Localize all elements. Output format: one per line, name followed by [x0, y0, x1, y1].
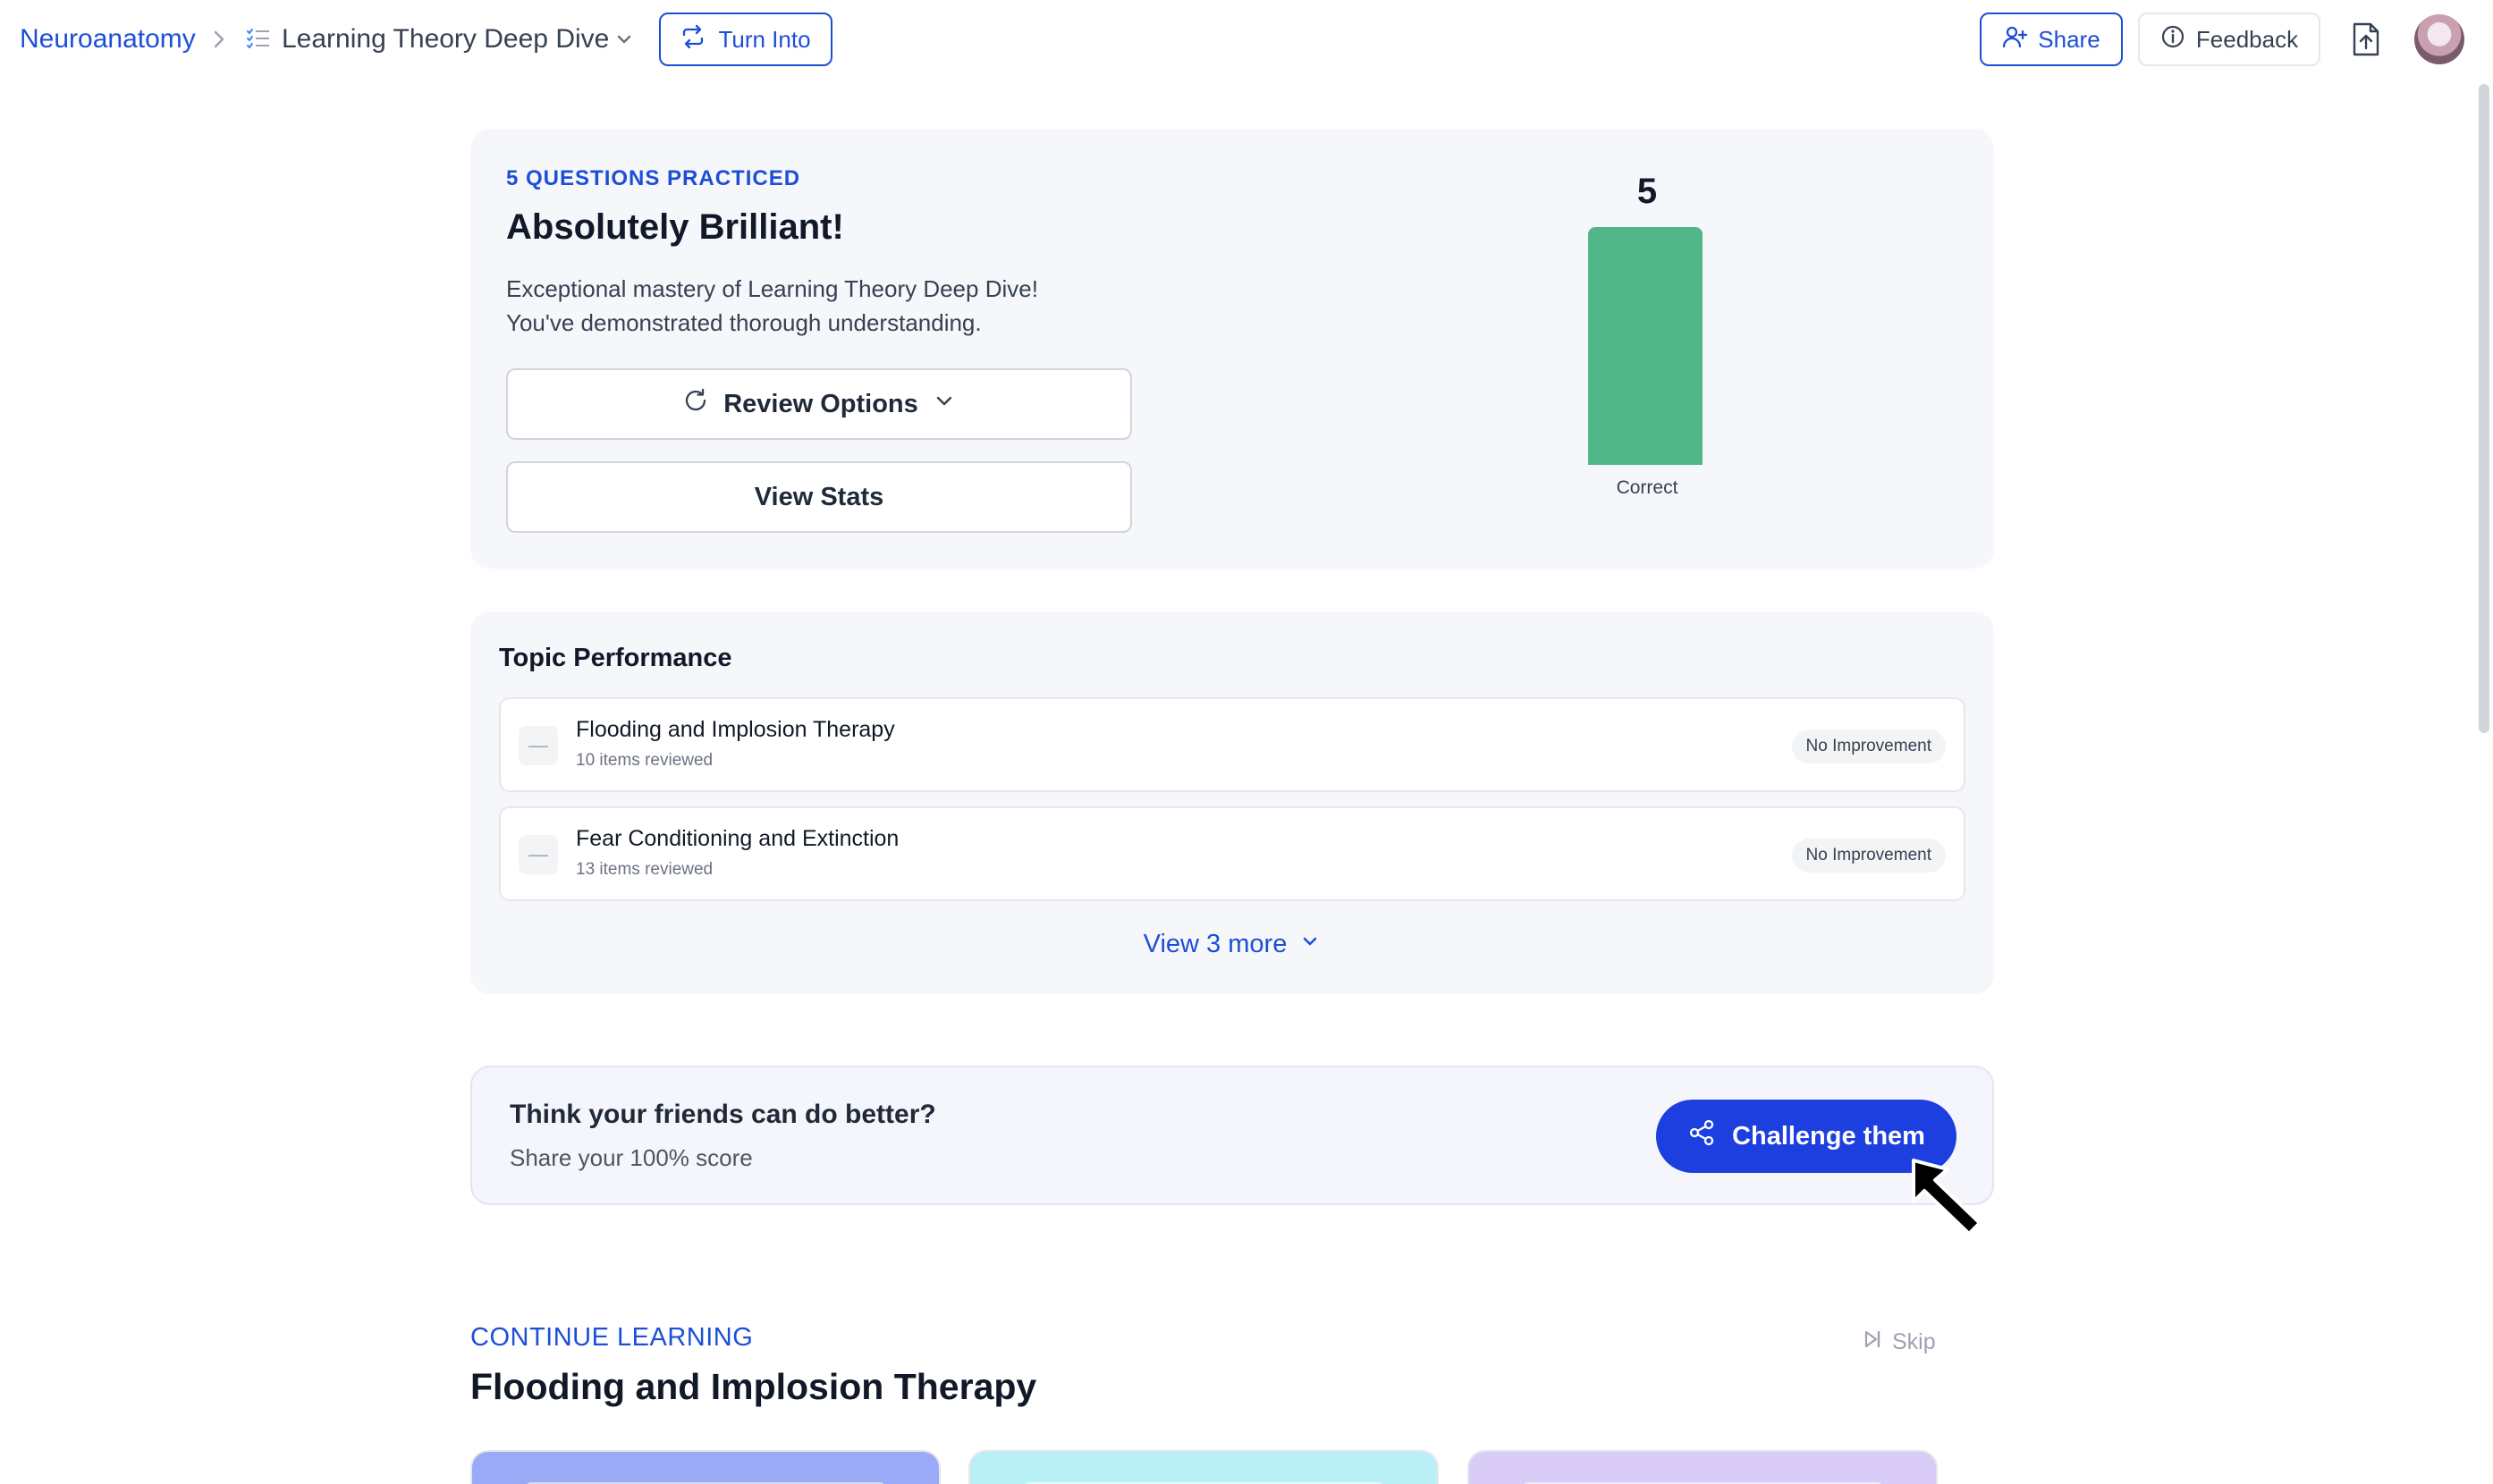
review-options-button[interactable]: Review Options: [506, 368, 1132, 440]
avatar[interactable]: [2414, 14, 2464, 64]
turn-into-label: Turn Into: [718, 25, 811, 53]
feedback-label: Feedback: [2195, 25, 2299, 53]
chevron-right-icon: [207, 27, 231, 52]
skip-button[interactable]: Skip: [1862, 1328, 1936, 1356]
review-options-label: Review Options: [723, 389, 918, 418]
topic-row[interactable]: — Fear Conditioning and Extinction 13 it…: [499, 806, 1965, 901]
challenge-friends-card: Think your friends can do better? Share …: [470, 1066, 1994, 1205]
topic-name: Fear Conditioning and Extinction: [576, 826, 900, 851]
status-badge: No Improvement: [1791, 839, 1946, 873]
share-nodes-icon: [1687, 1118, 1716, 1154]
bar-category-label: Correct: [1616, 477, 1678, 498]
repeat-icon: [680, 24, 706, 55]
turn-into-button[interactable]: Turn Into: [659, 13, 832, 66]
info-icon: [2160, 24, 2185, 55]
challenge-them-label: Challenge them: [1732, 1121, 1925, 1151]
questions-practiced-label: 5 QUESTIONS PRACTICED: [506, 166, 801, 190]
challenge-title: Think your friends can do better?: [510, 1100, 936, 1129]
mouse-cursor-icon: [1910, 1157, 1990, 1237]
view-more-button[interactable]: View 3 more: [470, 930, 1994, 959]
skip-forward-icon: [1862, 1328, 1883, 1356]
checklist-icon: [245, 25, 272, 52]
share-button[interactable]: Share: [1980, 13, 2123, 66]
lesson-card[interactable]: [470, 1450, 941, 1484]
view-stats-button[interactable]: View Stats: [506, 461, 1132, 533]
chevron-down-icon: [933, 389, 956, 419]
lesson-card[interactable]: [968, 1450, 1439, 1484]
feedback-button[interactable]: Feedback: [2138, 13, 2320, 66]
topic-name: Flooding and Implosion Therapy: [576, 717, 895, 742]
continue-learning-label: CONTINUE LEARNING: [470, 1323, 754, 1352]
breadcrumb-doc-title[interactable]: Learning Theory Deep Dive: [282, 21, 609, 57]
score-description-line-1: Exceptional mastery of Learning Theory D…: [506, 275, 1038, 302]
file-upload-icon[interactable]: [2346, 20, 2386, 59]
topic-items-reviewed: 10 items reviewed: [576, 751, 714, 770]
results-bar-chart: 5 Correct: [1558, 156, 1737, 498]
continue-learning-title: Flooding and Implosion Therapy: [470, 1366, 1037, 1407]
topic-performance-card: Topic Performance — Flooding and Implosi…: [470, 611, 1994, 994]
chevron-down-icon: [1299, 930, 1321, 959]
score-description-line-2: You've demonstrated thorough understandi…: [506, 309, 982, 336]
skip-label: Skip: [1892, 1329, 1936, 1354]
breadcrumb-root-link[interactable]: Neuroanatomy: [20, 21, 196, 57]
scrollbar[interactable]: [2479, 84, 2489, 733]
topic-items-reviewed: 13 items reviewed: [576, 860, 714, 879]
score-summary-card: 5 QUESTIONS PRACTICED Absolutely Brillia…: [470, 129, 1994, 569]
lesson-card[interactable]: [1467, 1450, 1938, 1484]
bar-correct: [1588, 227, 1703, 465]
chevron-down-icon[interactable]: [613, 29, 635, 50]
topic-row[interactable]: — Flooding and Implosion Therapy 10 item…: [499, 697, 1965, 792]
user-plus-icon: [2002, 24, 2028, 55]
bar-value-label: 5: [1636, 172, 1658, 211]
score-description: Exceptional mastery of Learning Theory D…: [506, 272, 1150, 340]
share-label: Share: [2038, 25, 2100, 53]
challenge-subtitle: Share your 100% score: [510, 1144, 753, 1171]
refresh-icon: [682, 387, 709, 421]
status-badge: No Improvement: [1791, 729, 1946, 763]
topic-performance-title: Topic Performance: [499, 644, 732, 672]
score-title: Absolutely Brilliant!: [506, 207, 844, 247]
top-bar: Neuroanatomy Learning Theory Deep Dive T…: [0, 0, 2493, 79]
view-more-label: View 3 more: [1143, 930, 1288, 958]
dash-icon: —: [519, 835, 558, 874]
dash-icon: —: [519, 726, 558, 765]
